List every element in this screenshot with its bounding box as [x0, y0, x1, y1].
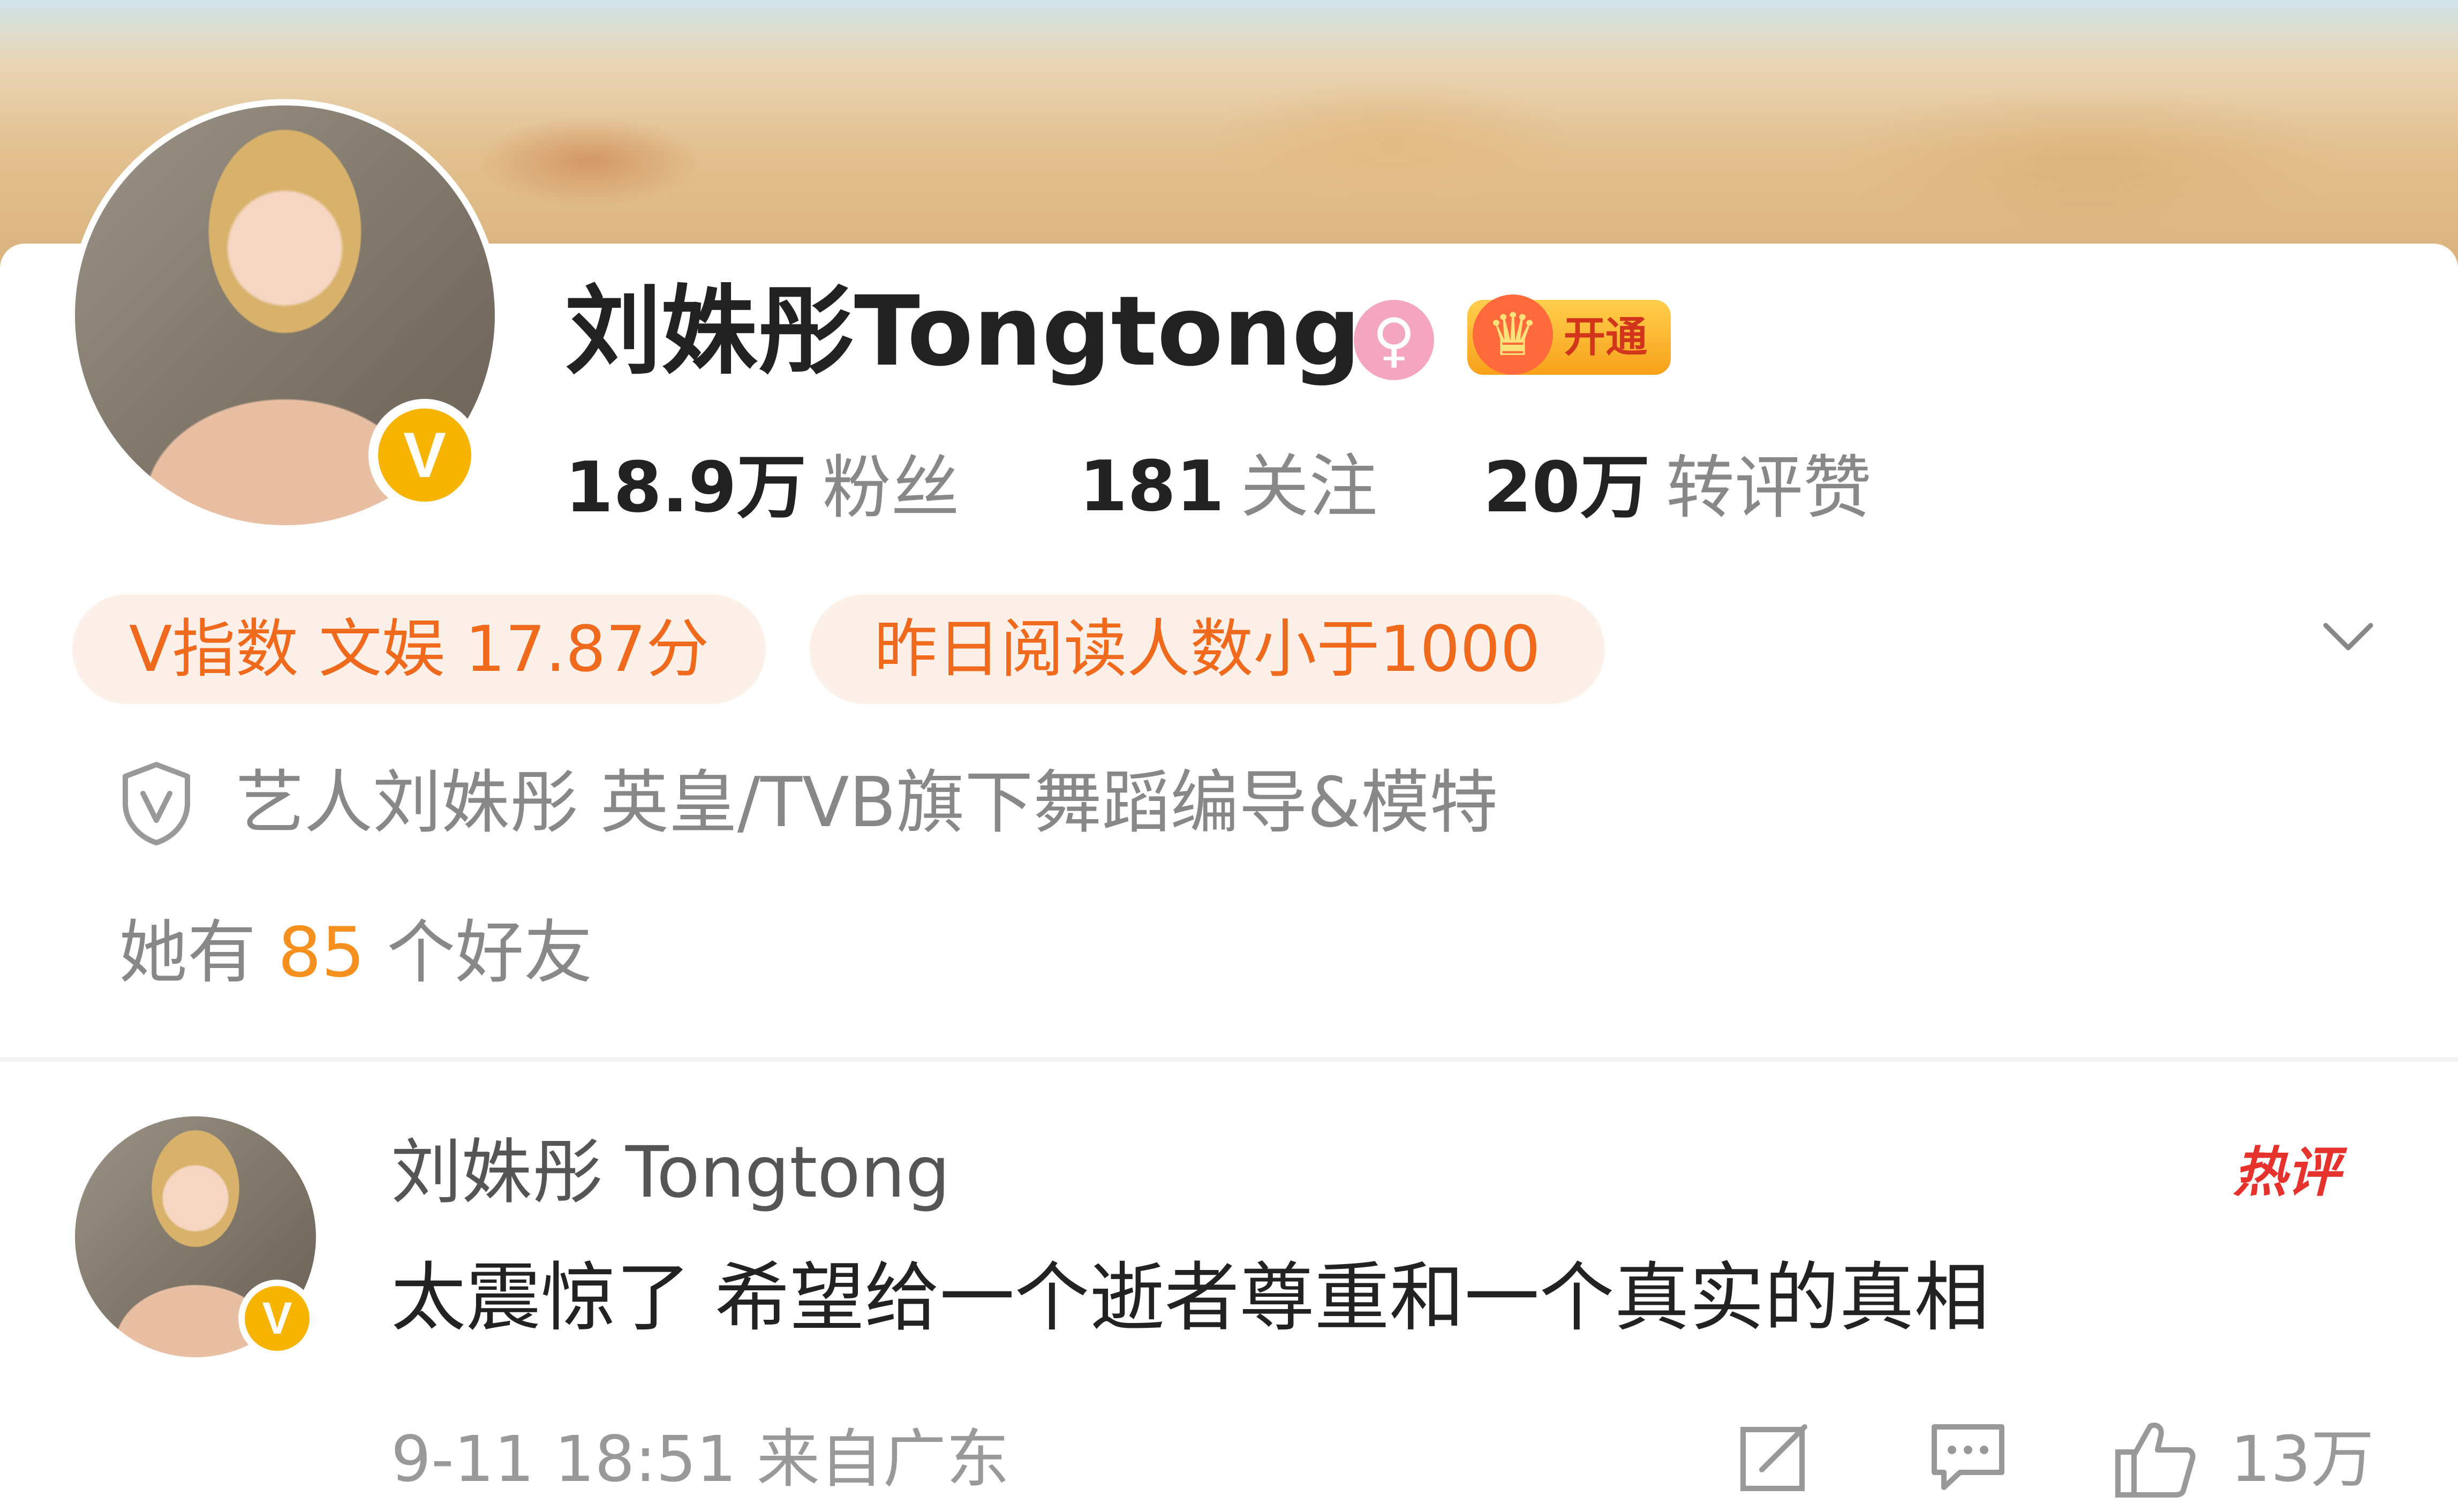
stat-reposts-comments-likes[interactable]: 20万 转评赞 — [1483, 431, 1872, 532]
profile-description: 艺人刘姝彤 英皇/TVB旗下舞蹈编导&模特 — [236, 763, 1498, 843]
verified-badge-icon: V — [368, 399, 481, 511]
section-divider — [0, 1057, 2458, 1062]
stat-value: 181 — [1079, 445, 1225, 527]
stat-followers[interactable]: 18.9万 粉丝 — [565, 431, 960, 532]
thumbs-up-icon — [2115, 1423, 2196, 1498]
stat-label: 粉丝 — [822, 448, 960, 528]
comment-time-source: 9-11 18:51 来自广东 — [391, 1422, 1009, 1496]
shield-icon — [123, 762, 190, 845]
v-index-chip[interactable]: V指数 文娱 17.87分 — [72, 594, 766, 704]
profile-avatar[interactable]: V — [69, 99, 501, 532]
like-button[interactable] — [2113, 1419, 2198, 1499]
chevron-down-icon[interactable] — [2321, 610, 2375, 664]
crown-icon: ♛ — [1473, 294, 1553, 375]
female-icon: ♀ — [1354, 300, 1434, 380]
comment-text: 太震惊了 希望给一个逝者尊重和一个真实的真相 — [391, 1254, 1989, 1342]
friends-number: 85 — [277, 913, 365, 993]
stat-value: 20万 — [1483, 447, 1650, 528]
comment-author[interactable]: 刘姝彤 Tongtong — [391, 1130, 950, 1215]
profile-name: 刘姝彤Tongtong — [565, 276, 1361, 388]
stat-label: 转评赞 — [1665, 448, 1872, 528]
friends-prefix: 她有 — [119, 913, 257, 993]
comment-icon — [1932, 1424, 2004, 1490]
vip-open-button[interactable]: ♛ 开通 — [1467, 294, 1671, 375]
stat-label: 关注 — [1240, 447, 1378, 527]
stat-following[interactable]: 181 关注 — [1079, 431, 1377, 530]
like-count: 13万 — [2230, 1422, 2374, 1496]
repost-icon — [1740, 1424, 1807, 1491]
friends-count[interactable]: 她有 85 个好友 — [119, 910, 592, 996]
comment-avatar[interactable]: V — [75, 1116, 316, 1357]
hot-comment-badge: 热评 — [2233, 1141, 2340, 1204]
repost-button[interactable] — [1738, 1419, 1813, 1499]
verified-badge-icon: V — [238, 1280, 316, 1357]
reads-chip[interactable]: 昨日阅读人数小于1000 — [810, 594, 1605, 704]
friends-suffix: 个好友 — [387, 913, 593, 993]
stat-value: 18.9万 — [565, 447, 806, 528]
vip-open-label: 开通 — [1564, 313, 1648, 361]
comment-button[interactable] — [1928, 1419, 2008, 1499]
